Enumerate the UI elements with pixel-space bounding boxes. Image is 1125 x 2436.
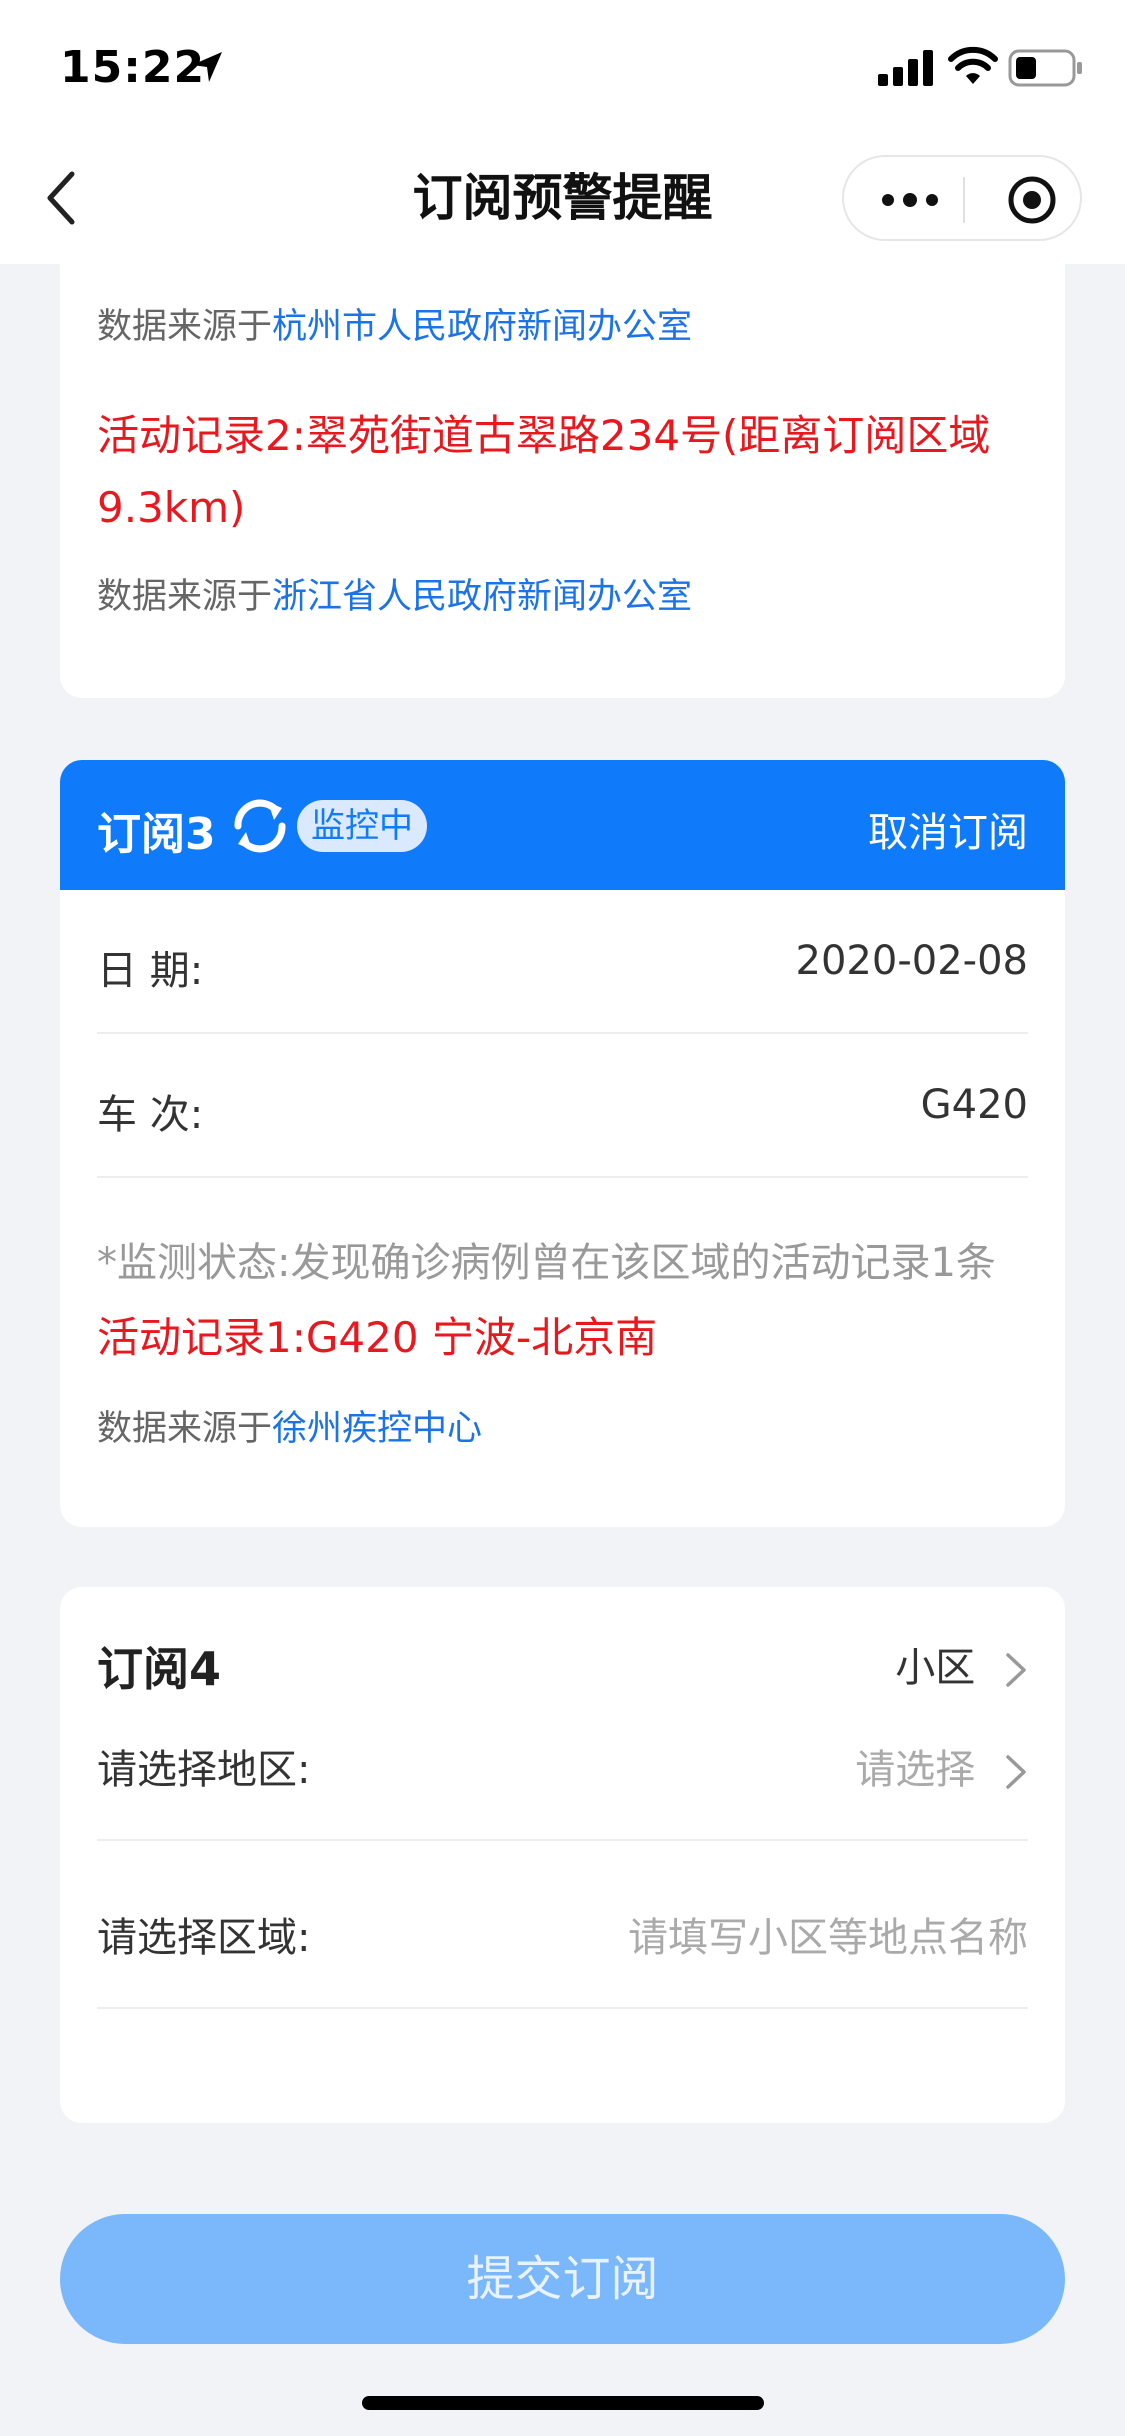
area-input[interactable]: 请填写小区等地点名称 (628, 1905, 1028, 1963)
status-badge: 监控中 (297, 800, 427, 852)
region-placeholder: 请选择 (855, 1747, 976, 1793)
wifi-icon (948, 46, 998, 84)
date-value: 2020-02-08 (795, 938, 1028, 984)
capsule-divider (963, 177, 965, 223)
cellular-signal-icon (878, 50, 933, 86)
subscription-card-3: 订阅3 监控中 取消订阅 日 期: 2020-02-08 车 次: G420 *… (60, 760, 1065, 1527)
train-row: 车 次: G420 (97, 1034, 1028, 1178)
data-source: 数据来源于杭州市人民政府新闻办公室 (97, 298, 692, 349)
date-label: 日 期: (97, 948, 204, 994)
location-arrow-icon (192, 52, 222, 82)
subscription-type-select[interactable]: 小区 (895, 1635, 1028, 1693)
subscription-type-value: 小区 (895, 1645, 976, 1691)
data-source-link[interactable]: 杭州市人民政府新闻办公室 (272, 307, 692, 347)
subscription-header: 订阅3 监控中 取消订阅 (60, 760, 1065, 890)
data-source-prefix: 数据来源于 (97, 1409, 273, 1449)
subscription-title: 订阅4 (97, 1642, 222, 1696)
cancel-subscription-button[interactable]: 取消订阅 (868, 800, 1028, 858)
submit-button[interactable]: 提交订阅 (60, 2214, 1065, 2344)
data-source-prefix: 数据来源于 (97, 307, 273, 347)
region-picker-row[interactable]: 请选择地区: 请选择 (97, 1697, 1028, 1841)
chevron-right-icon (1006, 1755, 1026, 1789)
area-label: 请选择区域: (97, 1915, 311, 1961)
subscription-card-previous: 数据来源于杭州市人民政府新闻办公室 活动记录2:翠苑街道古翠路234号(距离订阅… (60, 200, 1065, 698)
activity-record-1: 活动记录1:G420 宁波-北京南 (97, 1313, 658, 1362)
data-source-link[interactable]: 浙江省人民政府新闻办公室 (272, 577, 692, 617)
monitor-status: *监测状态:发现确诊病例曾在该区域的活动记录1条 (97, 1240, 996, 1286)
home-indicator (362, 2396, 764, 2410)
data-source: 数据来源于徐州疾控中心 (97, 1400, 482, 1451)
subscription-card-4: 订阅4 小区 请选择地区: 请选择 请选择区域: 请填写小区等地点名称 (60, 1587, 1065, 2123)
status-time: 15:22 (60, 42, 206, 93)
refresh-icon (234, 799, 286, 853)
area-input-row: 请选择区域: 请填写小区等地点名称 (97, 1841, 1028, 2009)
target-circle-icon[interactable] (1007, 175, 1057, 225)
region-picker[interactable]: 请选择 (855, 1737, 1028, 1795)
top-bar: 15:22 订阅预警提醒 (0, 0, 1125, 264)
chevron-right-icon (1006, 1653, 1026, 1687)
train-label: 车 次: (97, 1092, 204, 1138)
data-source-prefix: 数据来源于 (97, 577, 273, 617)
more-dots-icon[interactable] (880, 185, 940, 215)
train-value: G420 (920, 1082, 1028, 1128)
activity-record-2: 活动记录2:翠苑街道古翠路234号(距离订阅区域9.3km) (97, 411, 991, 532)
region-label: 请选择地区: (97, 1747, 311, 1793)
miniprogram-capsule (842, 155, 1082, 241)
date-row: 日 期: 2020-02-08 (97, 890, 1028, 1034)
subscription-title: 订阅3 (97, 809, 216, 860)
data-source-link[interactable]: 徐州疾控中心 (272, 1409, 482, 1449)
battery-icon (1008, 49, 1082, 87)
data-source: 数据来源于浙江省人民政府新闻办公室 (97, 568, 692, 619)
